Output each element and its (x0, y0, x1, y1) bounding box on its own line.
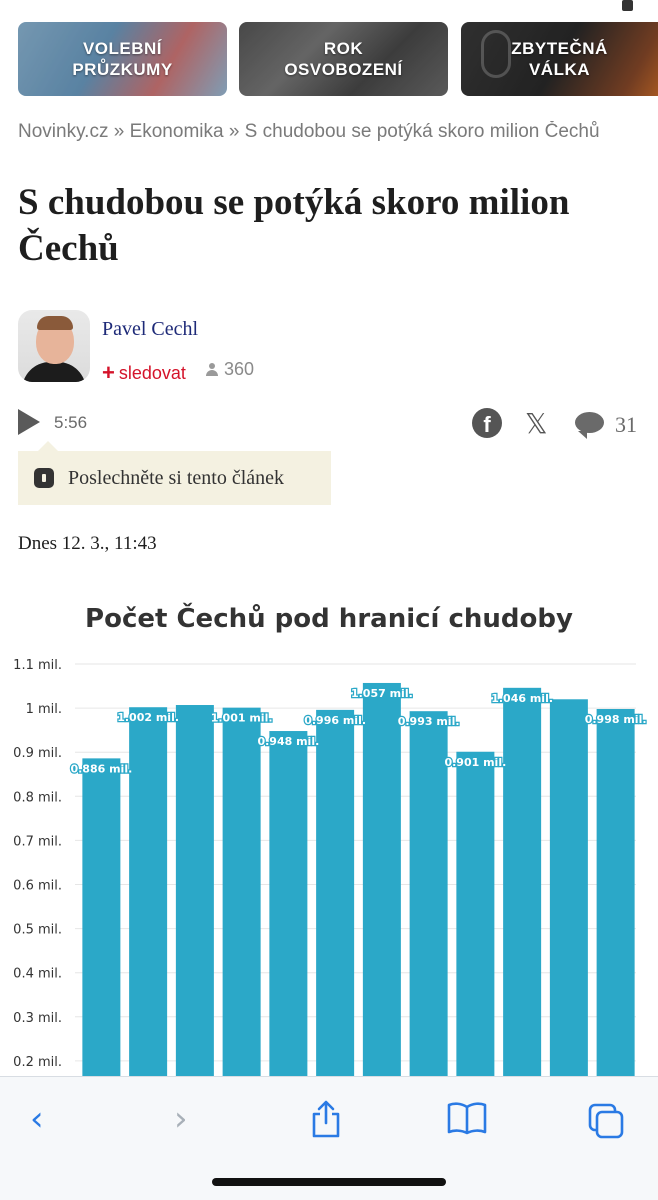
bar-chart: 1.1 mil. 1 mil. 0.9 mil. 0.8 mil. 0.7 mil. 0.… (13, 658, 648, 1076)
back-button[interactable]: ‹ (30, 1099, 44, 1139)
tile-label: ROK OSVOBOZENÍ (284, 39, 403, 79)
y-tick-label: 1.1 mil. (13, 658, 62, 673)
person-icon (205, 362, 219, 377)
plus-icon: + (102, 360, 115, 385)
follow-label: sledovat (118, 363, 186, 383)
y-tick-label: 0.4 mil. (13, 967, 62, 982)
chart-bar[interactable] (456, 751, 495, 1076)
tabs-icon[interactable] (586, 1101, 626, 1141)
breadcrumb[interactable]: Novinky.cz » Ekonomika » S chudobou se p… (18, 121, 640, 143)
followers-value: 360 (224, 359, 255, 379)
tile-zbytecna-valka[interactable]: ZBYTEČNÁ VÁLKA (461, 22, 658, 96)
chart-bar[interactable] (503, 687, 542, 1076)
y-tick-label: 1 mil. (26, 702, 62, 717)
lock-icon (34, 468, 54, 488)
play-icon[interactable] (18, 409, 40, 435)
chart-bar[interactable] (362, 682, 401, 1076)
forward-button[interactable]: › (174, 1099, 188, 1139)
y-tick-label: 0.2 mil. (13, 1055, 62, 1070)
chart-bar[interactable] (409, 711, 448, 1076)
home-indicator (212, 1178, 446, 1186)
y-tick-label: 0.7 mil. (13, 834, 62, 849)
topic-tiles: VOLEBNÍ PRŮZKUMY ROK OSVOBOZENÍ ZBYTEČNÁ… (0, 0, 658, 110)
chart-bar[interactable] (549, 699, 588, 1076)
tile-label: ZBYTEČNÁ VÁLKA (511, 39, 608, 79)
tile-volebni-pruzkumy[interactable]: VOLEBNÍ PRŮZKUMY (18, 22, 227, 96)
listen-text: Poslechněte si tento článek (68, 466, 285, 489)
y-tick-label: 0.9 mil. (13, 746, 62, 761)
chart-bar[interactable] (316, 709, 355, 1076)
y-tick-label: 0.8 mil. (13, 790, 62, 805)
data-label: 0.998 mil. (585, 713, 647, 726)
followers-count: 360 (205, 359, 254, 380)
data-label: 1.057 mil. (351, 687, 413, 700)
chart-bar[interactable] (596, 708, 635, 1076)
comment-count[interactable]: 31 (615, 412, 637, 438)
data-label: 1.001 mil. (211, 712, 273, 725)
y-tick-label: 0.6 mil. (13, 879, 62, 894)
y-tick-label: 0.5 mil. (13, 923, 62, 938)
chart-title: Počet Čechů pod hranicí chudoby (85, 604, 573, 634)
data-label: 0.886 mil. (70, 762, 132, 775)
author-name[interactable]: Pavel Cechl (102, 318, 198, 341)
data-label: 0.996 mil. (304, 714, 366, 727)
data-label: 0.948 mil. (257, 735, 319, 748)
bookmarks-icon[interactable] (446, 1101, 488, 1135)
data-label: 1.002 mil. (117, 711, 179, 724)
chart-bar[interactable] (269, 731, 308, 1076)
data-label: 1.046 mil. (491, 692, 553, 705)
listen-tooltip[interactable]: Poslechněte si tento článek (18, 441, 331, 505)
publish-date: Dnes 12. 3., 11:43 (18, 533, 157, 554)
author-avatar[interactable] (18, 310, 90, 382)
x-icon[interactable]: 𝕏 (525, 407, 548, 440)
follow-button[interactable]: + sledovat (102, 359, 186, 385)
data-label: 0.901 mil. (444, 756, 506, 769)
comment-icon[interactable] (575, 412, 604, 439)
share-icon[interactable] (308, 1099, 344, 1139)
lock-icon (622, 0, 633, 11)
facebook-icon[interactable]: f (472, 408, 502, 438)
article-title: S chudobou se potýká skoro milion Čechů (18, 182, 570, 269)
y-tick-label: 0.3 mil. (13, 1011, 62, 1026)
chart-bar[interactable] (175, 705, 214, 1076)
chart-bar[interactable] (129, 707, 168, 1076)
data-label: 0.993 mil. (398, 715, 460, 728)
chart-bar[interactable] (82, 758, 121, 1076)
tile-label: VOLEBNÍ PRŮZKUMY (72, 39, 173, 79)
facebook-letter: f (483, 412, 491, 437)
chart-bar[interactable] (222, 707, 261, 1076)
premium-lock-badge (584, 0, 658, 14)
audio-duration: 5:56 (54, 413, 88, 432)
tile-rok-osvobozeni[interactable]: ROK OSVOBOZENÍ (239, 22, 448, 96)
